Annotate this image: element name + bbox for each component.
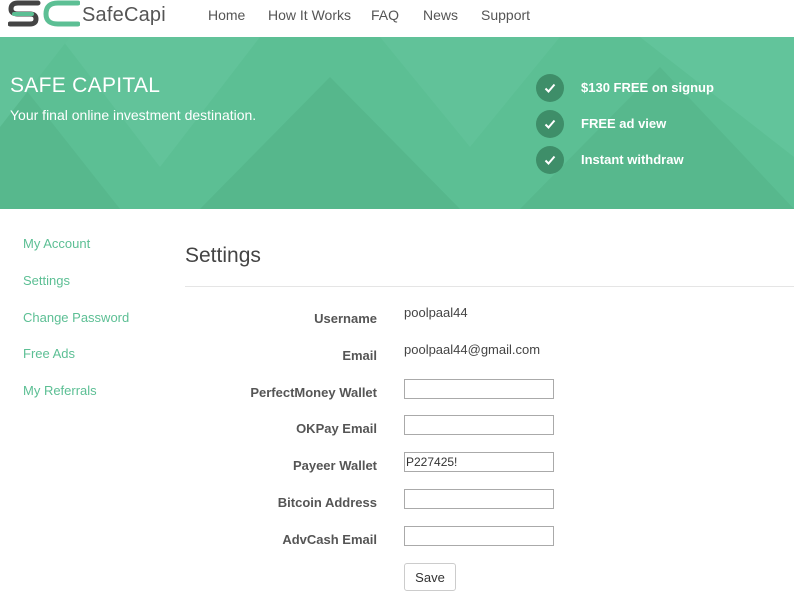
bitcoin-address-input[interactable] [404,489,554,509]
feature-label: FREE ad view [581,116,667,131]
check-icon [536,146,564,174]
sidebar-item-settings[interactable]: Settings [23,273,70,288]
payeer-wallet-input[interactable] [404,452,554,472]
advcash-email-input[interactable] [404,526,554,546]
brand-name[interactable]: SafeCapi [82,4,166,27]
divider [185,286,794,287]
check-icon [536,74,564,102]
feature-label: Instant withdraw [581,152,684,167]
sidebar-item-free-ads[interactable]: Free Ads [23,346,75,361]
hero-pattern [0,37,794,209]
email-value: poolpaal44@gmail.com [404,342,541,357]
okpay-email-label: OKPay Email [296,421,377,436]
perfectmoney-wallet-input[interactable] [404,379,554,399]
feature-label: $130 FREE on signup [581,80,714,95]
username-label: Username [314,311,377,326]
page-title: Settings [185,244,261,267]
hero-banner: SAFE CAPITAL Your final online investmen… [0,37,794,209]
top-navbar: SafeCapi Home How It Works FAQ News Supp… [0,0,794,37]
nav-home[interactable]: Home [208,7,245,23]
save-button[interactable]: Save [404,563,456,591]
nav-news[interactable]: News [423,7,458,23]
bitcoin-address-label: Bitcoin Address [277,495,377,510]
sidebar-item-change-password[interactable]: Change Password [23,310,129,325]
username-value: poolpaal44 [404,305,468,320]
nav-faq[interactable]: FAQ [371,7,399,23]
nav-how-it-works[interactable]: How It Works [268,7,351,23]
perfectmoney-wallet-label: PerfectMoney Wallet [250,385,377,400]
email-label: Email [342,348,377,363]
check-icon [536,110,564,138]
brand-logo-icon[interactable] [8,0,80,30]
okpay-email-input[interactable] [404,415,554,435]
hero-title: SAFE CAPITAL [10,74,161,97]
advcash-email-label: AdvCash Email [282,532,377,547]
sidebar-item-my-referrals[interactable]: My Referrals [23,383,97,398]
payeer-wallet-label: Payeer Wallet [292,458,377,473]
hero-subtitle: Your final online investment destination… [10,107,257,123]
nav-support[interactable]: Support [481,7,530,23]
sidebar-item-my-account[interactable]: My Account [23,236,90,251]
